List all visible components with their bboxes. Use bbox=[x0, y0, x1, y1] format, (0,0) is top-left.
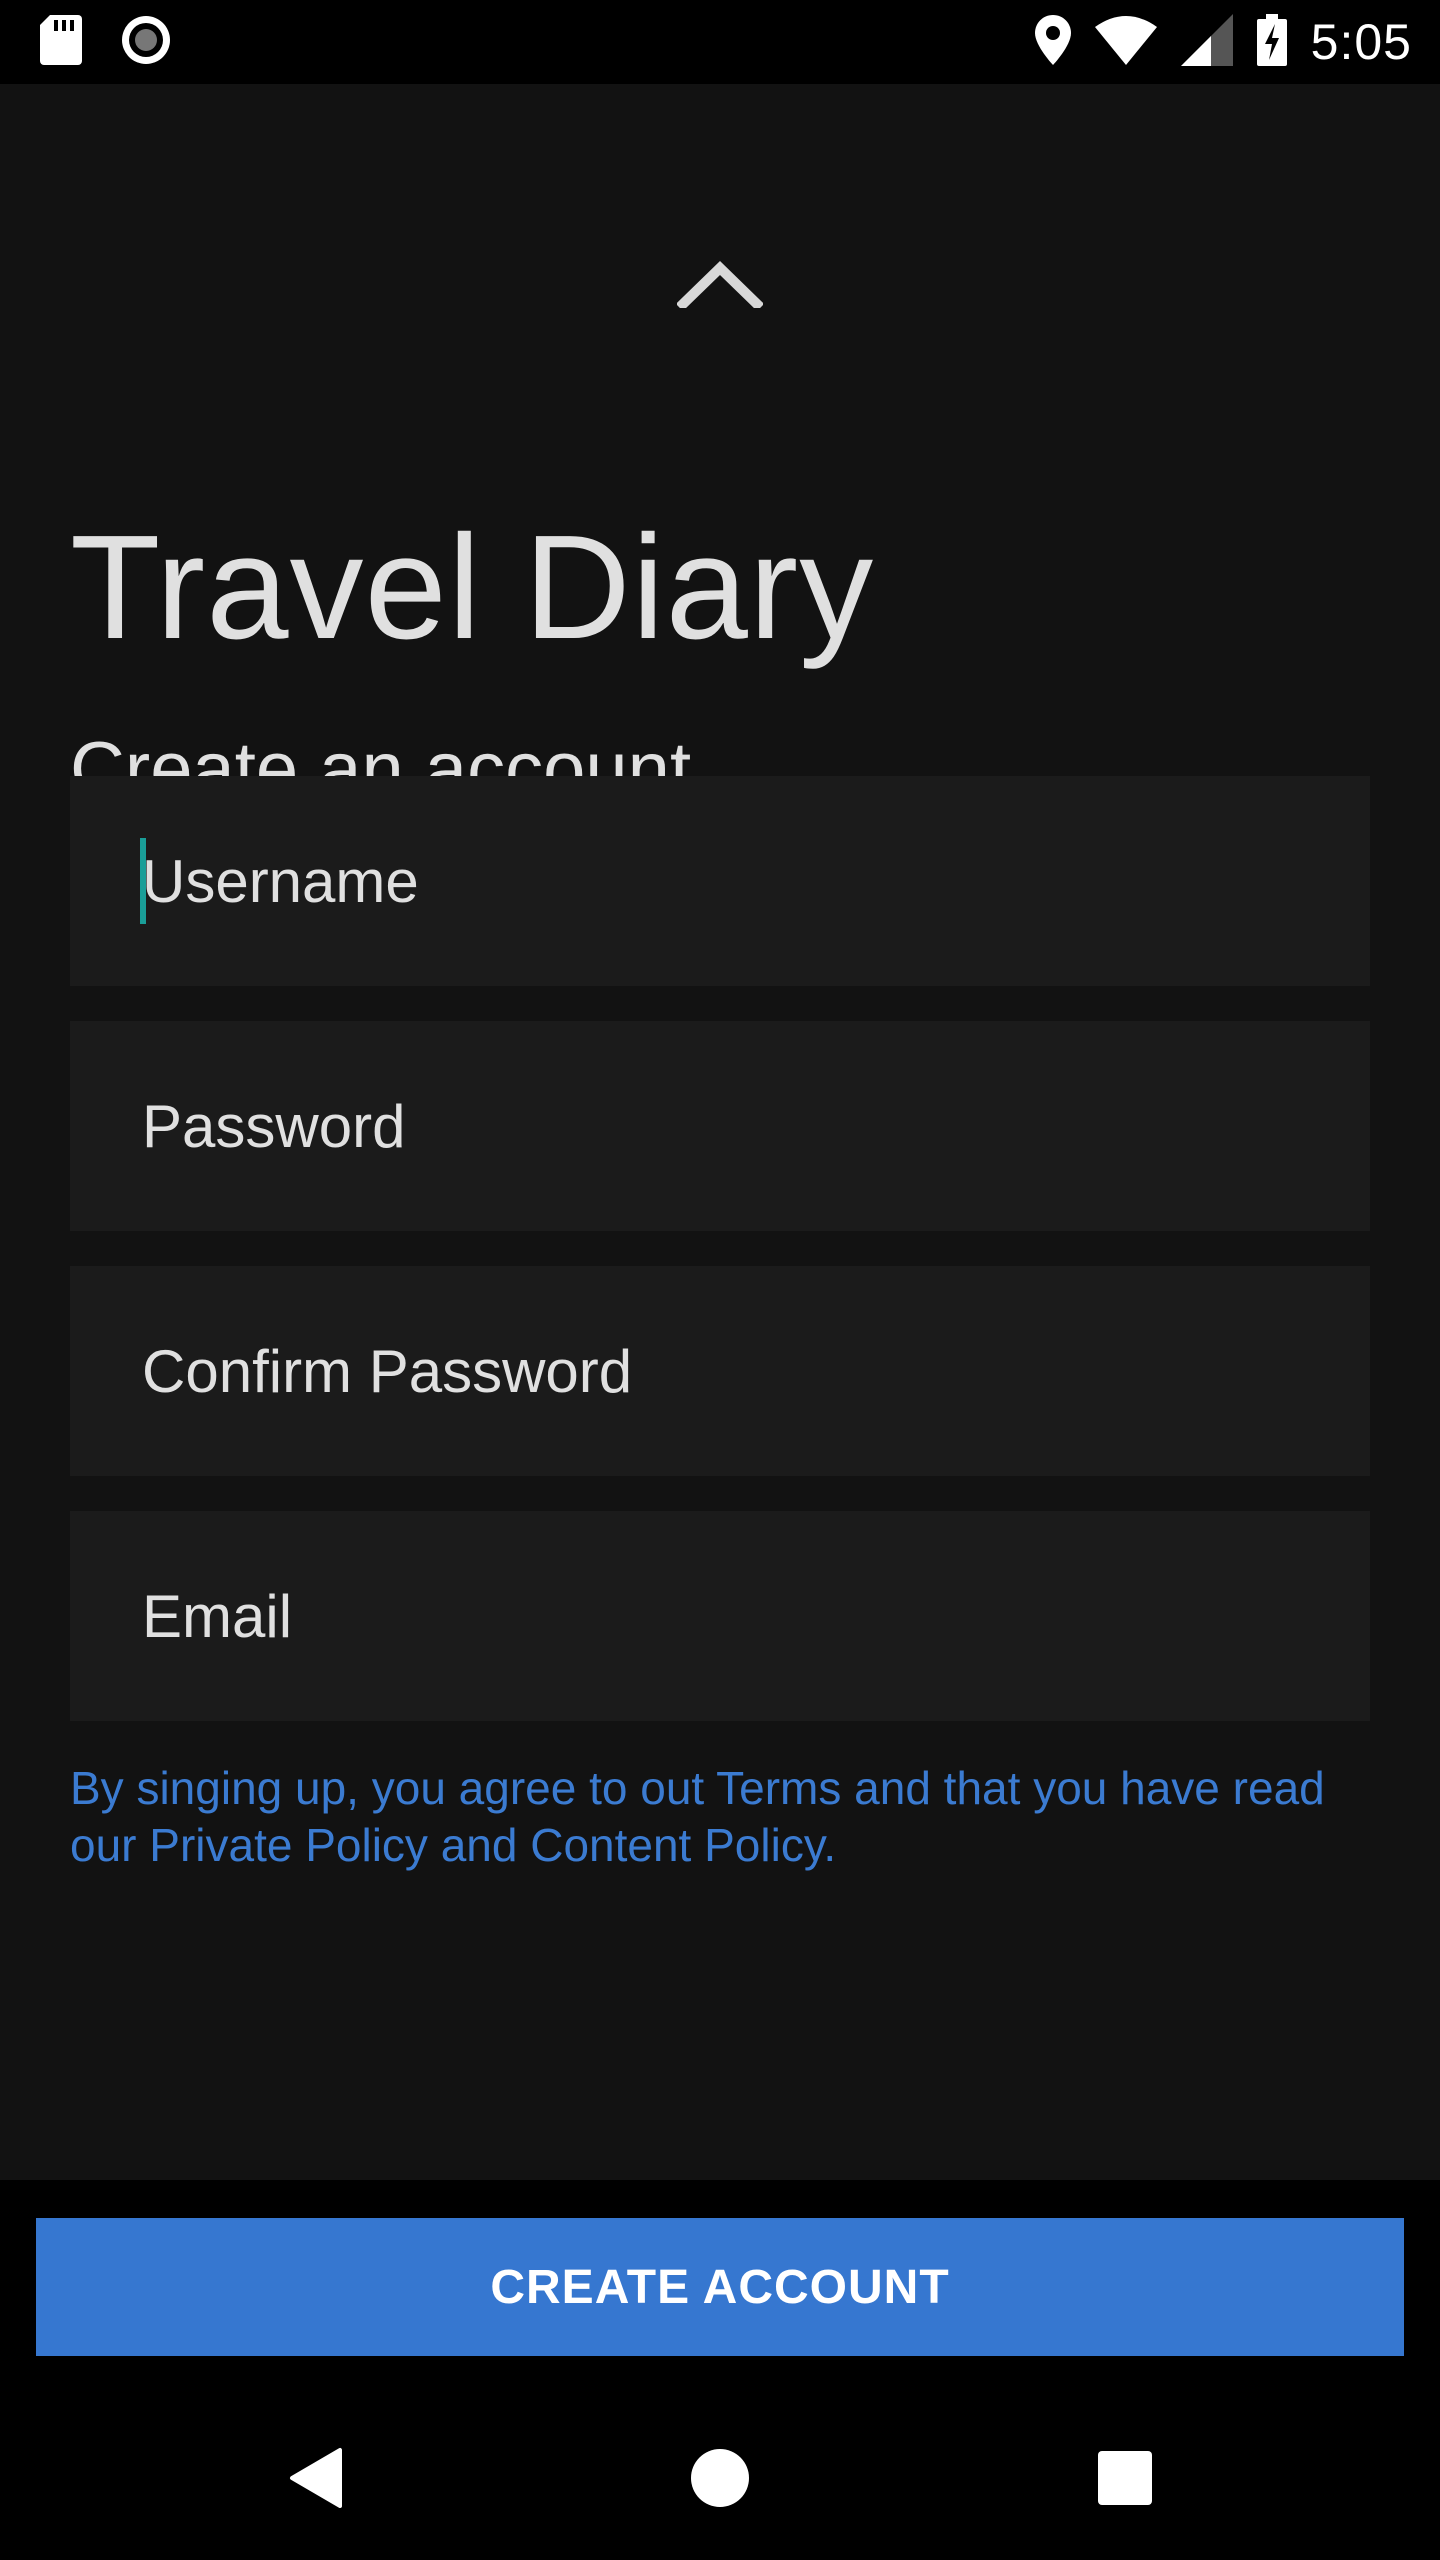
status-bar-left bbox=[40, 0, 172, 84]
nav-home-button[interactable] bbox=[670, 2430, 770, 2530]
nav-back-button[interactable] bbox=[266, 2430, 366, 2530]
record-icon bbox=[120, 14, 172, 71]
password-input[interactable] bbox=[70, 1021, 1370, 1231]
back-icon bbox=[288, 2446, 344, 2515]
app-title: Travel Diary bbox=[70, 505, 875, 670]
confirm-password-input[interactable] bbox=[70, 1266, 1370, 1476]
confirm-password-field-container bbox=[70, 1266, 1370, 1476]
terms-text[interactable]: By singing up, you agree to out Terms an… bbox=[70, 1760, 1370, 1874]
status-bar-right: 5:05 bbox=[1034, 0, 1412, 84]
signup-screen: Travel Diary Create an account By singin… bbox=[0, 84, 1440, 2180]
sd-card-icon bbox=[40, 14, 82, 70]
email-input[interactable] bbox=[70, 1511, 1370, 1721]
password-field-container bbox=[70, 1021, 1370, 1231]
username-field-container bbox=[70, 776, 1370, 986]
email-field-container bbox=[70, 1511, 1370, 1721]
location-icon bbox=[1034, 14, 1071, 70]
wifi-icon bbox=[1094, 15, 1157, 70]
chevron-up-icon bbox=[675, 256, 765, 313]
status-clock: 5:05 bbox=[1310, 14, 1412, 70]
signal-icon bbox=[1180, 13, 1233, 71]
navigation-bar bbox=[0, 2390, 1440, 2560]
home-icon bbox=[690, 2448, 750, 2513]
battery-charging-icon bbox=[1256, 13, 1287, 71]
create-account-button[interactable]: CREATE ACCOUNT bbox=[36, 2218, 1404, 2356]
recents-icon bbox=[1098, 2450, 1152, 2510]
username-input[interactable] bbox=[70, 776, 1370, 986]
nav-recents-button[interactable] bbox=[1075, 2430, 1175, 2530]
bottom-action-panel: CREATE ACCOUNT bbox=[0, 2180, 1440, 2390]
text-cursor bbox=[140, 838, 146, 924]
status-bar: 5:05 bbox=[0, 0, 1440, 84]
collapse-button[interactable] bbox=[670, 244, 770, 324]
